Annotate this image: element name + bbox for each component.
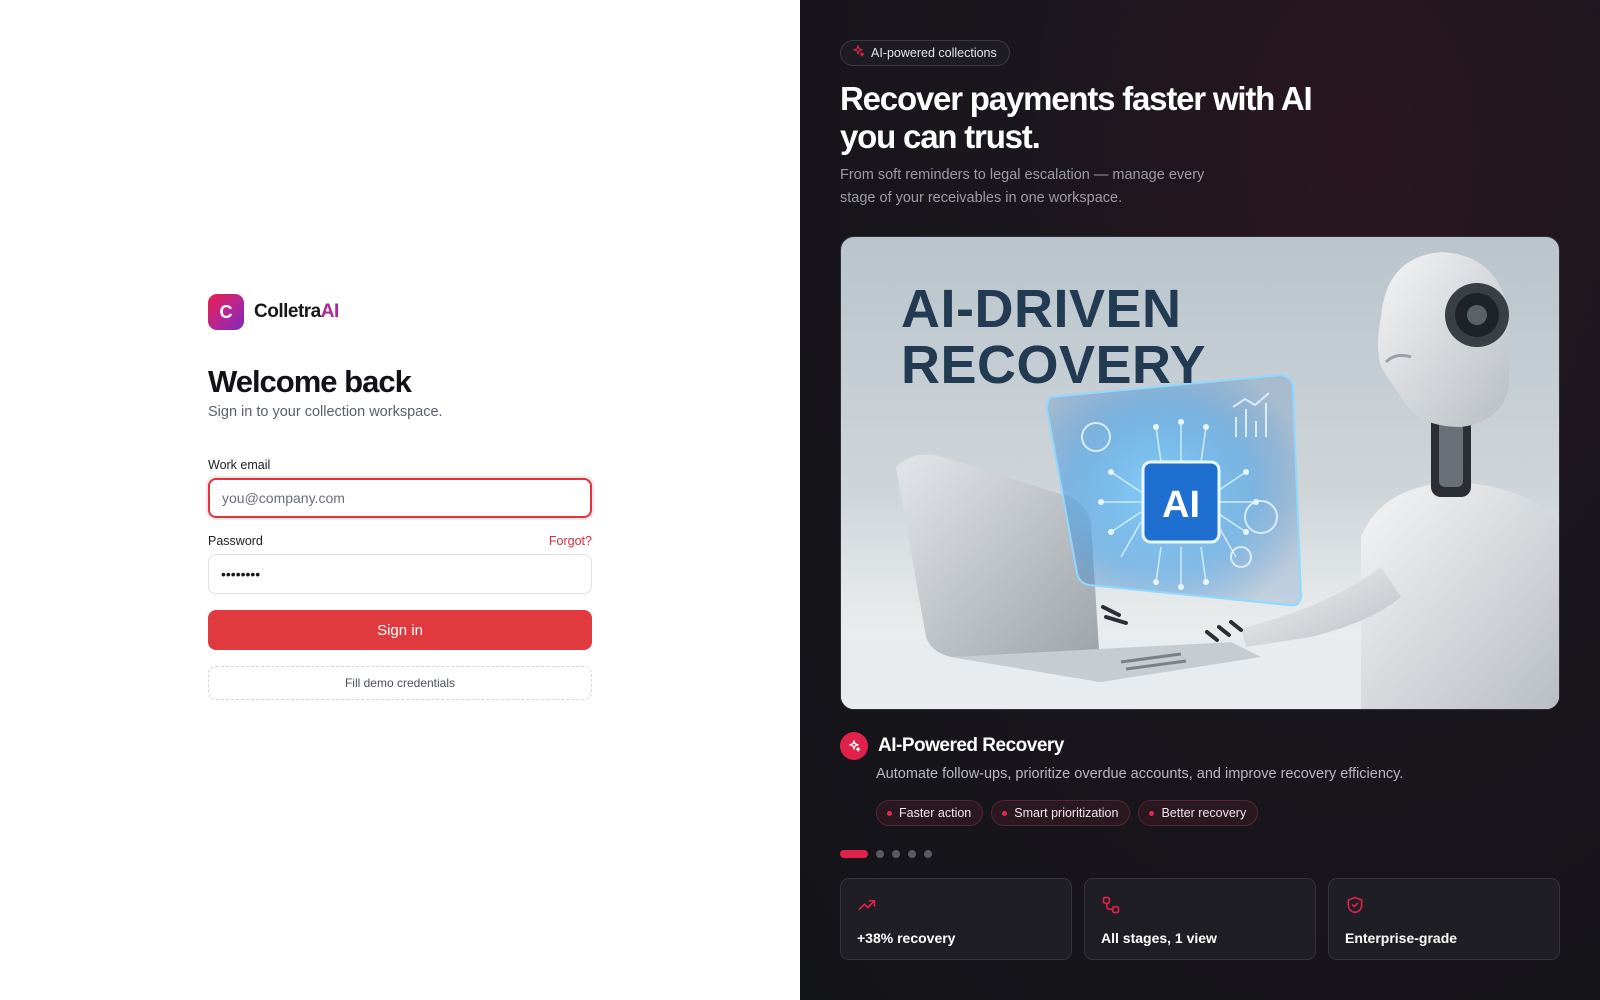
ai-badge: AI-powered collections bbox=[840, 40, 1010, 66]
feature-tag: Smart prioritization bbox=[991, 800, 1131, 826]
brand: C ColletraAI bbox=[208, 294, 592, 330]
email-field[interactable] bbox=[208, 478, 592, 518]
carousel-dot[interactable] bbox=[876, 850, 884, 858]
carousel-dot[interactable] bbox=[924, 850, 932, 858]
stats-row: +38% recovery All stages, 1 view Enterpr… bbox=[840, 878, 1560, 960]
page-subtitle: Sign in to your collection workspace. bbox=[208, 404, 443, 420]
stat-card-recovery: +38% recovery bbox=[840, 878, 1072, 960]
page-title: Welcome back bbox=[208, 364, 412, 399]
carousel-dot[interactable] bbox=[908, 850, 916, 858]
carousel-dot[interactable] bbox=[892, 850, 900, 858]
feature-tag: Better recovery bbox=[1138, 800, 1259, 826]
sparkle-icon bbox=[840, 732, 868, 760]
brand-name-accent: AI bbox=[320, 301, 340, 322]
feature-title: AI-Powered Recovery bbox=[878, 735, 1064, 756]
fill-demo-credentials-button[interactable]: Fill demo credentials bbox=[208, 666, 592, 700]
trending-up-icon bbox=[857, 900, 877, 919]
feature-header: AI-Powered Recovery bbox=[840, 732, 1064, 760]
workflow-icon bbox=[1101, 896, 1121, 919]
brand-name-main: Colletra bbox=[254, 301, 321, 322]
stat-card-stages: All stages, 1 view bbox=[1084, 878, 1316, 960]
brand-logo: C bbox=[208, 294, 244, 330]
shield-check-icon bbox=[1345, 896, 1365, 919]
promo-panel: AI-powered collections Recover payments … bbox=[800, 0, 1600, 1000]
tag-dot-icon bbox=[1002, 810, 1008, 816]
promo-headline: Recover payments faster with AI you can … bbox=[840, 80, 1313, 155]
feature-tag-label: Smart prioritization bbox=[1014, 806, 1119, 820]
forgot-password-link[interactable]: Forgot? bbox=[549, 534, 592, 548]
email-label: Work email bbox=[208, 458, 271, 472]
login-panel: C ColletraAI Welcome back Sign in to you… bbox=[0, 0, 800, 1000]
illustration-title-line2: RECOVERY bbox=[901, 335, 1207, 395]
login-form: C ColletraAI Welcome back Sign in to you… bbox=[208, 294, 592, 700]
illustration-title-line1: AI-DRIVEN bbox=[901, 279, 1182, 339]
feature-tag-label: Better recovery bbox=[1161, 806, 1247, 820]
hero-illustration: AI AI-DRIVEN RECOVERY bbox=[840, 236, 1560, 710]
password-field[interactable] bbox=[208, 554, 592, 594]
ai-badge-label: AI-powered collections bbox=[871, 46, 997, 60]
stat-label: +38% recovery bbox=[857, 930, 956, 946]
ai-chip-label: AI bbox=[1162, 484, 1200, 526]
feature-tag: Faster action bbox=[876, 800, 984, 826]
password-label-row: Password Forgot? bbox=[208, 534, 592, 548]
illustration-title: AI-DRIVEN RECOVERY bbox=[901, 281, 1206, 393]
feature-tag-label: Faster action bbox=[899, 806, 972, 820]
brand-name: ColletraAI bbox=[254, 301, 339, 323]
sparkle-icon bbox=[851, 44, 865, 63]
promo-subheadline: From soft reminders to legal escalation … bbox=[840, 167, 1205, 206]
stat-label: All stages, 1 view bbox=[1101, 930, 1217, 946]
carousel-indicators bbox=[840, 850, 932, 858]
password-label: Password bbox=[208, 534, 263, 548]
carousel-dot[interactable] bbox=[840, 850, 868, 858]
feature-description: Automate follow-ups, prioritize overdue … bbox=[876, 766, 1404, 782]
feature-tags: Faster action Smart prioritization Bette… bbox=[876, 800, 1259, 826]
sign-in-button[interactable]: Sign in bbox=[208, 610, 592, 650]
stat-card-security: Enterprise-grade bbox=[1328, 878, 1560, 960]
stat-label: Enterprise-grade bbox=[1345, 930, 1458, 946]
tag-dot-icon bbox=[887, 810, 892, 816]
tag-dot-icon bbox=[1149, 810, 1155, 816]
